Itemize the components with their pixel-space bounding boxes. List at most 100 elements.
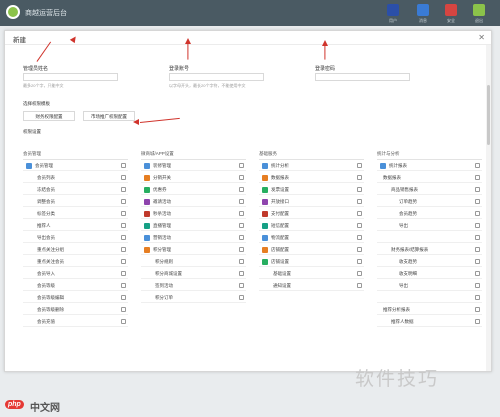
permission-checkbox[interactable] <box>239 187 244 192</box>
permission-checkbox[interactable] <box>121 283 126 288</box>
permission-checkbox[interactable] <box>475 235 480 240</box>
permission-row: 会员列表 <box>23 172 128 183</box>
marketing-template-button[interactable]: 市场推广权限配置 <box>83 111 135 121</box>
permission-checkbox[interactable] <box>475 175 480 180</box>
permission-checkbox[interactable] <box>475 295 480 300</box>
permission-checkbox[interactable] <box>239 163 244 168</box>
permission-row: 积分管理 <box>141 244 246 255</box>
permission-checkbox[interactable] <box>121 199 126 204</box>
annotation-arrowhead <box>185 38 191 44</box>
permission-checkbox[interactable] <box>475 283 480 288</box>
permission-checkbox[interactable] <box>357 175 362 180</box>
permission-label: 数据报表 <box>383 175 401 180</box>
permission-checkbox[interactable] <box>239 235 244 240</box>
permission-checkbox[interactable] <box>121 187 126 192</box>
close-icon[interactable]: ✕ <box>478 33 485 42</box>
permission-checkbox[interactable] <box>475 199 480 204</box>
permission-checkbox[interactable] <box>357 283 362 288</box>
module-icon <box>262 247 268 253</box>
permission-checkbox[interactable] <box>475 307 480 312</box>
module-icon <box>144 175 150 181</box>
permission-checkbox[interactable] <box>239 199 244 204</box>
permission-checkbox[interactable] <box>475 187 480 192</box>
permission-checkbox[interactable] <box>475 259 480 264</box>
permission-checkbox[interactable] <box>121 271 126 276</box>
permission-row: 优惠券 <box>141 184 246 195</box>
permission-label: 推荐人 <box>37 223 51 228</box>
message-icon[interactable] <box>417 4 429 16</box>
permission-row: 店铺配置 <box>259 244 364 255</box>
admin-name-input[interactable] <box>23 73 118 81</box>
logout-icon[interactable] <box>473 4 485 16</box>
permission-checkbox[interactable] <box>357 247 362 252</box>
permission-row: 会员充值 <box>23 316 128 327</box>
permission-checkbox[interactable] <box>121 175 126 180</box>
permission-row: 标签分类 <box>23 208 128 219</box>
scroll-thumb[interactable] <box>487 85 490 145</box>
permission-checkbox[interactable] <box>357 235 362 240</box>
permission-checkbox[interactable] <box>121 307 126 312</box>
permission-row: 商品销售报表 <box>377 184 482 195</box>
permission-label: 店铺设置 <box>271 259 289 264</box>
permission-checkbox[interactable] <box>121 259 126 264</box>
permission-label: 重点关注会员 <box>37 259 64 264</box>
dialog-scrollbar[interactable] <box>486 45 491 371</box>
permission-row: 收支明细 <box>377 268 482 279</box>
permission-checkbox[interactable] <box>475 319 480 324</box>
permission-checkbox[interactable] <box>121 235 126 240</box>
permission-checkbox[interactable] <box>475 211 480 216</box>
annotation-arrow <box>187 41 189 60</box>
permission-checkbox[interactable] <box>121 247 126 252</box>
login-account-input[interactable] <box>169 73 264 81</box>
permission-checkbox[interactable] <box>121 211 126 216</box>
permission-row: 会员导入 <box>23 268 128 279</box>
permission-row: 发票设置 <box>259 184 364 195</box>
permission-checkbox[interactable] <box>239 259 244 264</box>
permission-row: 秒杀活动 <box>141 208 246 219</box>
permission-checkbox[interactable] <box>239 211 244 216</box>
permission-checkbox[interactable] <box>121 295 126 300</box>
permission-checkbox[interactable] <box>121 163 126 168</box>
permission-label: 统计分析 <box>271 163 289 168</box>
header-icon-label: 用户 <box>389 18 397 23</box>
annotation-arrowhead <box>133 119 139 125</box>
header-icon-label: 消息 <box>419 18 427 23</box>
module-icon <box>262 223 268 229</box>
permission-checkbox[interactable] <box>357 199 362 204</box>
permission-checkbox[interactable] <box>475 163 480 168</box>
permission-label: 支付配置 <box>271 211 289 216</box>
module-icon <box>262 163 268 169</box>
permission-checkbox[interactable] <box>239 223 244 228</box>
permission-checkbox[interactable] <box>357 259 362 264</box>
permission-checkbox[interactable] <box>239 271 244 276</box>
permission-checkbox[interactable] <box>475 223 480 228</box>
permission-checkbox[interactable] <box>357 163 362 168</box>
module-icon <box>380 163 386 169</box>
permission-checkbox[interactable] <box>121 223 126 228</box>
permission-label: 积分管理 <box>153 247 171 252</box>
permission-checkbox[interactable] <box>239 175 244 180</box>
permission-checkbox[interactable] <box>239 283 244 288</box>
permission-checkbox[interactable] <box>357 211 362 216</box>
permission-checkbox[interactable] <box>475 247 480 252</box>
permission-label: 导出 <box>399 283 408 288</box>
permission-checkbox[interactable] <box>239 247 244 252</box>
finance-template-button[interactable]: 财务权限配置 <box>23 111 75 121</box>
permission-checkbox[interactable] <box>475 271 480 276</box>
permission-checkbox[interactable] <box>357 223 362 228</box>
permission-checkbox[interactable] <box>357 271 362 276</box>
permission-checkbox[interactable] <box>357 187 362 192</box>
permission-label: 导出 <box>399 223 408 228</box>
app-title: 商越运营后台 <box>25 10 67 17</box>
user-icon[interactable] <box>387 4 399 16</box>
shield-icon[interactable] <box>445 4 457 16</box>
permission-label: 统计报表 <box>389 163 407 168</box>
permission-label: 店铺配置 <box>271 247 289 252</box>
permission-checkbox[interactable] <box>121 319 126 324</box>
permission-label: 导出会员 <box>37 235 55 240</box>
permission-row: 直播管理 <box>141 220 246 231</box>
permission-row: 导出 <box>377 220 482 231</box>
permission-checkbox[interactable] <box>239 295 244 300</box>
login-password-input[interactable] <box>315 73 410 81</box>
permission-column-title: 微商城/APP设置 <box>141 151 174 156</box>
